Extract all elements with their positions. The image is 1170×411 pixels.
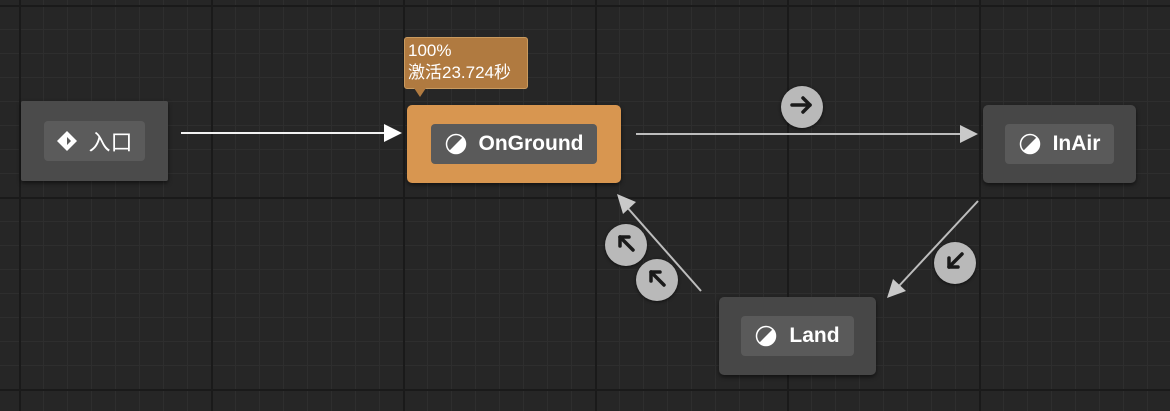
state-node-onground-title: OnGround [430,124,598,164]
state-node-inair[interactable]: InAir [983,105,1136,183]
tooltip-pointer [414,88,426,97]
transition-land-to-onground-1[interactable] [605,224,647,266]
active-state-tooltip: 100% 激活23.724秒 [404,37,528,89]
state-node-onground[interactable]: OnGround [407,105,621,183]
arrow-up-left-icon [612,229,640,262]
wire-onground-to-inair-arrowhead [960,125,978,143]
state-node-land-label: Land [789,324,840,347]
state-machine-graph-canvas[interactable]: 入口 100% 激活23.724秒 OnGround InAir Land [0,0,1170,411]
transition-wires [181,124,979,298]
tooltip-duration: 激活23.724秒 [408,63,511,82]
wire-land-to-onground-arrowhead [617,194,636,214]
arrow-down-left-icon [941,247,969,280]
state-node-inair-label: InAir [1052,132,1101,155]
entry-node-label: 入口 [88,130,133,155]
state-node-inair-title: InAir [1004,124,1115,164]
transition-inair-to-land[interactable] [934,242,976,284]
arrow-up-left-icon [643,264,671,297]
entry-diamond-icon [56,130,78,152]
transition-land-to-onground-2[interactable] [636,259,678,301]
state-icon [755,325,777,347]
entry-node-title: 入口 [44,121,145,161]
tooltip-weight: 100% [408,41,452,60]
state-node-land[interactable]: Land [719,297,876,375]
wire-entry-to-onground-arrowhead [384,124,402,142]
state-icon [445,133,467,155]
state-node-onground-label: OnGround [478,132,584,155]
entry-node[interactable]: 入口 [21,101,168,181]
state-node-land-title: Land [741,316,854,356]
state-icon [1019,133,1041,155]
arrow-right-icon [788,91,816,124]
transition-onground-to-inair[interactable] [781,86,823,128]
